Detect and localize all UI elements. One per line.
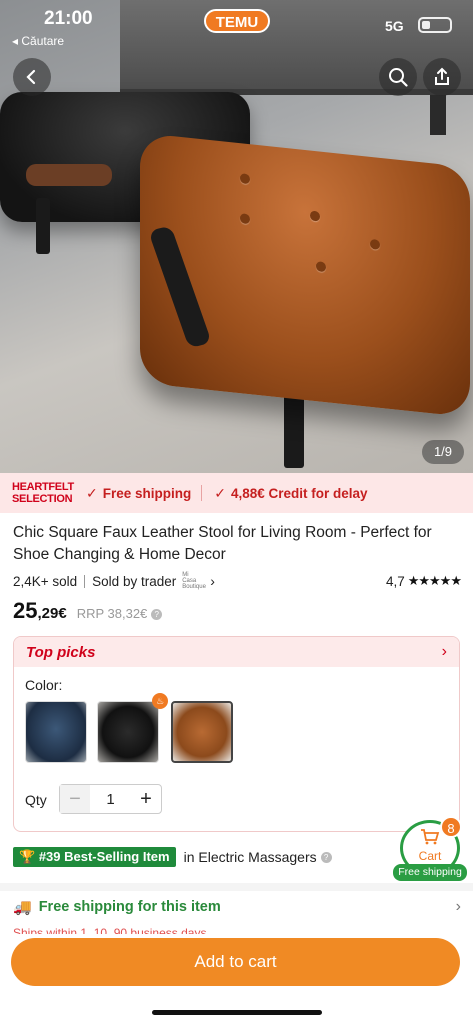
qty-label: Qty	[25, 792, 47, 808]
battery-icon	[418, 17, 452, 33]
color-swatch-blue[interactable]	[25, 701, 87, 763]
best-selling-category: in Electric Massagers	[183, 849, 317, 865]
color-label: Color:	[25, 677, 63, 693]
color-swatch-black[interactable]	[97, 701, 159, 763]
check-icon: ✓	[214, 484, 226, 501]
sold-count: 2,4K+ sold	[13, 573, 78, 589]
price: 25 ,29€ RRP 38,32€?	[13, 598, 163, 624]
price-decimal: ,29€	[37, 605, 67, 622]
info-icon[interactable]: ?	[320, 851, 332, 863]
star-icons: ★★★★★	[407, 573, 462, 588]
rating-value: 4,7	[385, 573, 405, 589]
trophy-icon: 🏆	[19, 849, 36, 864]
promo-strip[interactable]: HEARTFELT SELECTION ✓ Free shipping ✓ 4,…	[0, 473, 473, 513]
home-indicator[interactable]	[152, 1010, 322, 1015]
color-swatch-brown[interactable]	[171, 701, 233, 763]
product-title: Chic Square Faux Leather Stool for Livin…	[13, 524, 432, 563]
quantity-value[interactable]: 1	[90, 791, 131, 808]
promo-delay-credit: ✓ 4,88€ Credit for delay	[214, 484, 368, 501]
promo-free-shipping: ✓ Free shipping	[86, 484, 192, 501]
quantity-stepper: − 1 +	[59, 784, 162, 814]
minus-button[interactable]: −	[60, 785, 90, 813]
flame-icon: ♨	[152, 693, 168, 709]
best-selling-row[interactable]: 🏆 #39 Best-Selling Item in Electric Mass…	[13, 847, 332, 867]
back-button[interactable]	[13, 58, 51, 96]
free-shipping-row[interactable]: 🚚 Free shipping for this item ›	[13, 898, 461, 916]
add-to-cart-button[interactable]: Add to cart	[11, 938, 460, 986]
section-divider	[0, 883, 473, 891]
chevron-left-icon	[26, 69, 36, 85]
shipping-subtext: Ships within 1, 10, 90 business days	[13, 926, 207, 934]
temu-logo: TEMU	[204, 9, 270, 33]
search-button[interactable]	[379, 58, 417, 96]
chevron-right-icon: ›	[455, 898, 461, 915]
image-counter: 1/9	[422, 440, 464, 464]
trader-logo: Mi Casa Boutique	[182, 572, 206, 590]
heartfelt-selection-logo: HEARTFELT SELECTION	[12, 481, 74, 505]
check-icon: ✓	[86, 484, 98, 501]
top-picks-title: Top picks	[26, 643, 96, 661]
back-to-app-link[interactable]: ◂ Căutare	[12, 34, 64, 48]
best-selling-badge: 🏆 #39 Best-Selling Item	[13, 847, 176, 867]
chevron-right-icon[interactable]: ›	[210, 573, 215, 589]
product-meta: 2,4K+ sold Sold by trader Mi Casa Boutiq…	[13, 572, 462, 590]
top-picks-card: Top picks › Color: ♨ Qty − 1 +	[13, 636, 460, 832]
cart-free-shipping-tag: Free shipping	[393, 864, 467, 881]
status-time: 21:00	[44, 8, 93, 29]
chevron-right-icon: ›	[441, 643, 447, 660]
cart-count-badge: 8	[440, 816, 462, 838]
brown-stool-photo	[140, 132, 470, 418]
top-picks-header[interactable]: Top picks ›	[14, 637, 459, 667]
free-shipping-label: Free shipping for this item	[38, 899, 221, 915]
share-button[interactable]	[423, 58, 461, 96]
rrp-price: RRP 38,32€?	[77, 606, 163, 621]
cart-label: Cart	[418, 849, 442, 863]
network-indicator: 5G	[385, 18, 404, 34]
seller-link[interactable]: Sold by trader	[92, 574, 176, 589]
info-icon[interactable]: ?	[151, 609, 163, 621]
price-integer: 25	[13, 598, 38, 623]
search-icon	[389, 68, 408, 87]
plus-button[interactable]: +	[131, 785, 161, 813]
truck-icon: 🚚	[13, 899, 32, 916]
share-icon	[435, 67, 449, 85]
rating[interactable]: 4,7 ★★★★★	[385, 573, 462, 589]
